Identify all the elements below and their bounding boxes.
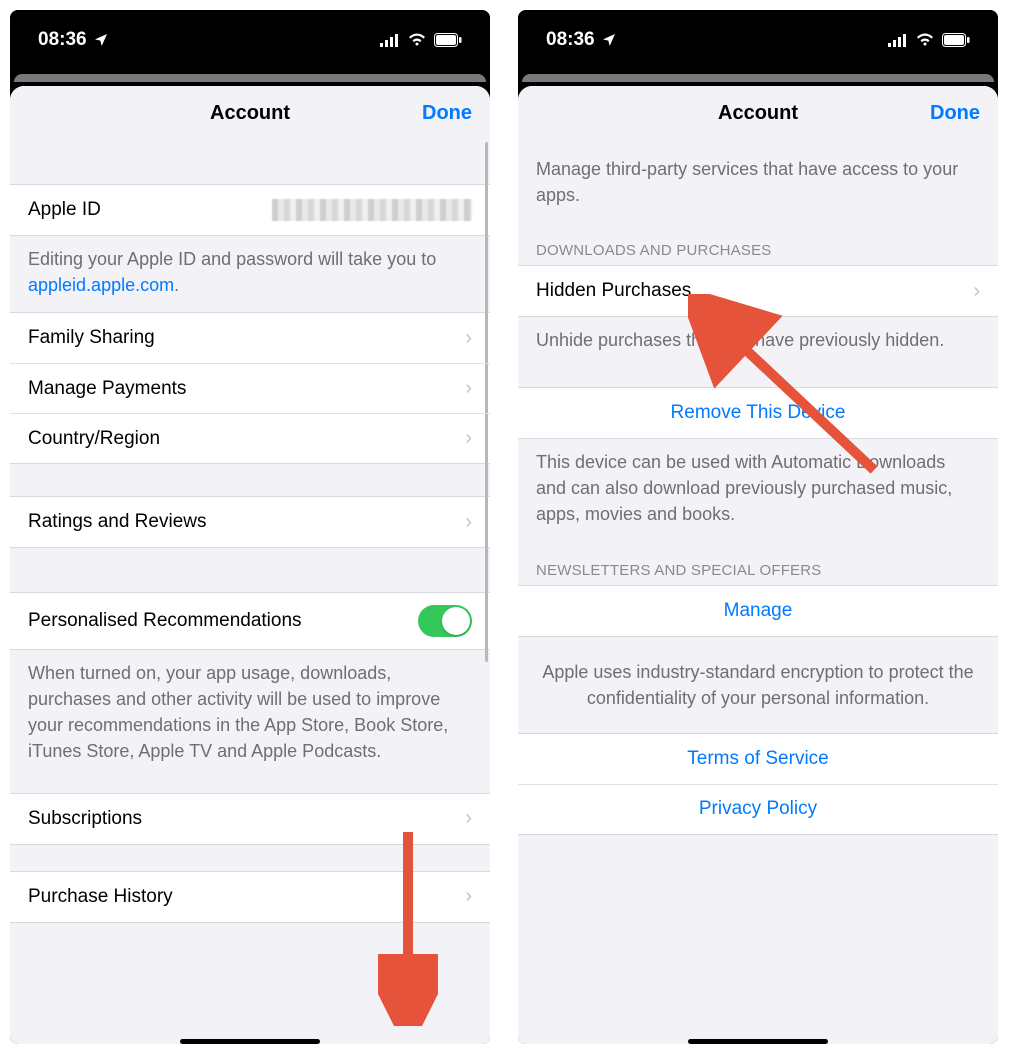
- manage-newsletters-button[interactable]: Manage: [518, 586, 998, 636]
- privacy-policy-link[interactable]: Privacy Policy: [518, 784, 998, 834]
- personalised-recommendations-row: Personalised Recommendations: [10, 593, 490, 649]
- chevron-right-icon: ›: [465, 377, 472, 400]
- apple-id-value-redacted: [272, 199, 472, 221]
- family-sharing-row[interactable]: Family Sharing ›: [10, 313, 490, 363]
- home-indicator: [180, 1039, 320, 1044]
- nav-bar: Account Done: [518, 86, 998, 140]
- status-time: 08:36: [546, 29, 595, 51]
- home-indicator: [688, 1039, 828, 1044]
- apple-id-label: Apple ID: [28, 199, 101, 221]
- purchase-history-row[interactable]: Purchase History ›: [10, 872, 490, 922]
- wifi-icon: [408, 33, 426, 47]
- link-label: Remove This Device: [671, 402, 846, 424]
- country-region-row[interactable]: Country/Region ›: [10, 413, 490, 463]
- ratings-reviews-row[interactable]: Ratings and Reviews ›: [10, 497, 490, 547]
- chevron-right-icon: ›: [465, 885, 472, 908]
- battery-icon: [434, 33, 462, 47]
- row-label: Family Sharing: [28, 327, 155, 349]
- row-label: Country/Region: [28, 428, 160, 450]
- phone-right: 08:36 Account Done Manage third-party se…: [518, 10, 998, 1044]
- link-label: Manage: [724, 600, 793, 622]
- status-bar: 08:36: [518, 10, 998, 70]
- row-label: Ratings and Reviews: [28, 511, 206, 533]
- terms-of-service-link[interactable]: Terms of Service: [518, 734, 998, 784]
- personalised-toggle[interactable]: [418, 605, 472, 637]
- row-label: Subscriptions: [28, 808, 142, 830]
- encryption-footer: Apple uses industry-standard encryption …: [518, 637, 998, 733]
- remove-device-footer: This device can be used with Automatic D…: [518, 439, 998, 541]
- downloads-header: DOWNLOADS AND PURCHASES: [518, 222, 998, 265]
- location-icon: [601, 32, 617, 48]
- hidden-purchases-footer: Unhide purchases that you have previousl…: [518, 317, 998, 367]
- sheet-peek: [522, 74, 994, 82]
- nav-bar: Account Done: [10, 86, 490, 140]
- row-label: Personalised Recommendations: [28, 610, 302, 632]
- apple-id-row[interactable]: Apple ID: [10, 185, 490, 235]
- done-button[interactable]: Done: [422, 102, 472, 125]
- cellular-icon: [888, 33, 908, 47]
- apple-id-footer: Editing your Apple ID and password will …: [10, 236, 490, 312]
- chevron-right-icon: ›: [465, 327, 472, 350]
- page-title: Account: [718, 102, 798, 125]
- newsletters-header: NEWSLETTERS AND SPECIAL OFFERS: [518, 542, 998, 585]
- done-button[interactable]: Done: [930, 102, 980, 125]
- hidden-purchases-row[interactable]: Hidden Purchases ›: [518, 266, 998, 316]
- chevron-right-icon: ›: [465, 511, 472, 534]
- battery-icon: [942, 33, 970, 47]
- appleid-link[interactable]: appleid.apple.com: [28, 275, 174, 295]
- subscriptions-row[interactable]: Subscriptions ›: [10, 794, 490, 844]
- chevron-right-icon: ›: [465, 427, 472, 450]
- wifi-icon: [916, 33, 934, 47]
- page-title: Account: [210, 102, 290, 125]
- account-sheet-right: Account Done Manage third-party services…: [518, 86, 998, 1044]
- account-sheet-left: Account Done Apple ID Editing your Apple…: [10, 86, 490, 1044]
- sheet-peek: [14, 74, 486, 82]
- remove-device-button[interactable]: Remove This Device: [518, 388, 998, 438]
- link-label: Privacy Policy: [699, 798, 817, 820]
- personalised-footer: When turned on, your app usage, download…: [10, 650, 490, 792]
- row-label: Hidden Purchases: [536, 280, 691, 302]
- chevron-right-icon: ›: [973, 280, 980, 303]
- third-party-footer: Manage third-party services that have ac…: [518, 140, 998, 222]
- manage-payments-row[interactable]: Manage Payments ›: [10, 363, 490, 413]
- cellular-icon: [380, 33, 400, 47]
- status-time: 08:36: [38, 29, 87, 51]
- row-label: Purchase History: [28, 886, 173, 908]
- phone-left: 08:36 Account Done Apple ID Editing your…: [10, 10, 490, 1044]
- location-icon: [93, 32, 109, 48]
- chevron-right-icon: ›: [465, 807, 472, 830]
- status-bar: 08:36: [10, 10, 490, 70]
- link-label: Terms of Service: [687, 748, 828, 770]
- row-label: Manage Payments: [28, 378, 186, 400]
